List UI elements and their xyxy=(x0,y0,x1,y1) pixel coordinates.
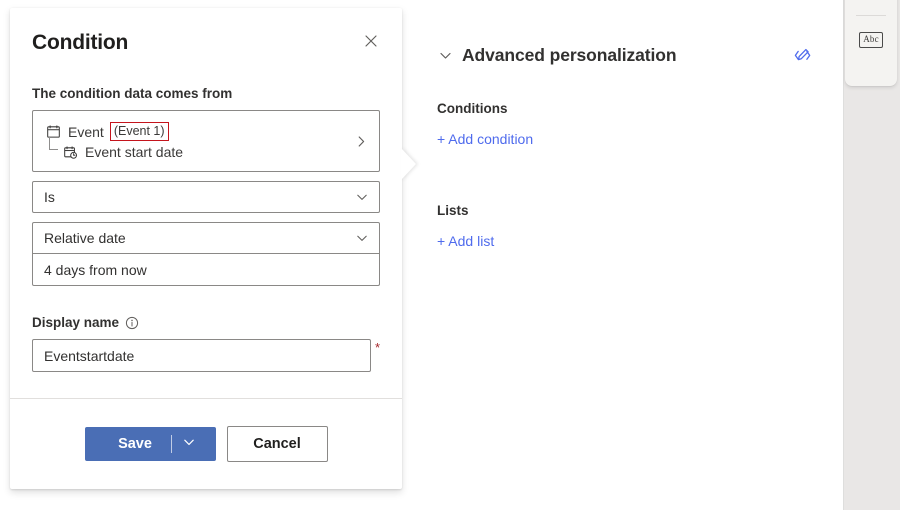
source-attribute-name: Event start date xyxy=(85,144,183,160)
app-screen: Abc Advanced personalization xyxy=(0,0,900,510)
display-name-label: Display name xyxy=(32,315,119,330)
right-rail-divider xyxy=(843,0,844,510)
text-box-abc-icon: Abc xyxy=(859,32,883,48)
info-icon[interactable] xyxy=(125,316,139,330)
operator-dropdown[interactable]: Is xyxy=(32,181,380,213)
relative-date-value-input[interactable]: 4 days from now xyxy=(32,254,380,286)
close-button[interactable] xyxy=(358,30,384,56)
save-button-label: Save xyxy=(94,436,171,452)
tool-palette-separator xyxy=(856,15,886,16)
cancel-button[interactable]: Cancel xyxy=(227,426,328,462)
section-spacer xyxy=(437,149,819,168)
eraser-tool-button[interactable] xyxy=(855,0,887,8)
date-type-value: Relative date xyxy=(44,230,126,246)
advanced-personalization-panel: Advanced personalization Conditions + Ad… xyxy=(419,0,843,510)
chevron-down-icon[interactable] xyxy=(437,47,453,63)
date-type-dropdown[interactable]: Relative date xyxy=(32,222,380,254)
source-attribute-row: Event start date xyxy=(45,144,183,160)
tree-elbow-connector xyxy=(49,137,58,150)
chevron-down-icon xyxy=(354,189,370,205)
chevron-down-icon xyxy=(182,435,196,454)
page-title: Condition xyxy=(32,32,128,53)
dialog-footer: Save Cancel xyxy=(10,398,402,489)
source-entity-name: Event xyxy=(68,124,104,140)
chevron-right-icon[interactable] xyxy=(353,133,369,149)
relative-date-value: 4 days from now xyxy=(44,262,147,278)
chevron-down-icon xyxy=(354,230,370,246)
code-edit-icon[interactable] xyxy=(791,44,813,66)
lists-heading: Lists xyxy=(437,203,819,218)
display-name-label-row: Display name xyxy=(32,315,380,330)
date-condition-group: Relative date 4 days from now xyxy=(32,222,380,286)
operator-value: Is xyxy=(44,189,55,205)
save-button[interactable]: Save xyxy=(85,427,216,461)
add-list-link[interactable]: + Add list xyxy=(437,233,494,249)
callout-beak xyxy=(401,148,416,180)
tool-palette: Abc xyxy=(845,0,897,86)
text-box-tool-button[interactable]: Abc xyxy=(855,24,887,56)
required-asterisk: * xyxy=(375,341,380,355)
section-header: Advanced personalization xyxy=(437,44,819,66)
cancel-button-label: Cancel xyxy=(253,436,301,452)
source-entity-instance-highlight: (Event 1) xyxy=(110,122,169,141)
add-condition-link[interactable]: + Add condition xyxy=(437,131,533,147)
condition-source-picker[interactable]: Event (Event 1) xyxy=(32,110,380,172)
source-field-label: The condition data comes from xyxy=(32,86,380,101)
condition-dialog: Condition The condition data comes from xyxy=(10,8,402,489)
dialog-titlebar: Condition xyxy=(32,8,380,56)
source-entity-row: Event (Event 1) xyxy=(45,122,183,141)
calendar-clock-icon xyxy=(62,144,78,160)
section-title: Advanced personalization xyxy=(462,45,676,66)
display-name-field-row: Eventstartdate * xyxy=(32,339,380,372)
save-menu-button[interactable] xyxy=(172,435,206,454)
display-name-value: Eventstartdate xyxy=(44,348,134,364)
conditions-heading: Conditions xyxy=(437,101,819,116)
close-icon xyxy=(363,33,379,54)
display-name-input[interactable]: Eventstartdate xyxy=(32,339,371,372)
